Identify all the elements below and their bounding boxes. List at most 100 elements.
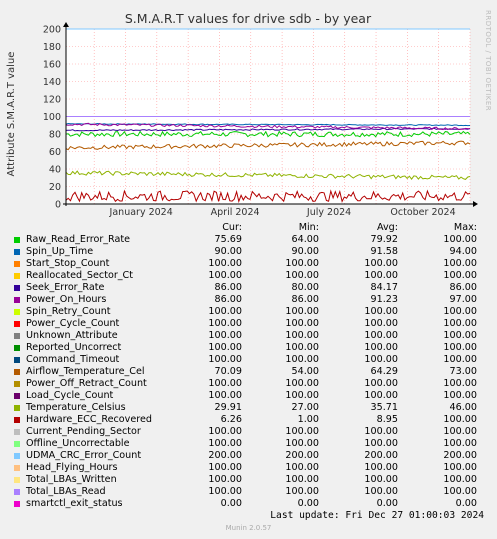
series-max-value: 100.00	[443, 426, 477, 437]
series-max-value: 100.00	[443, 378, 477, 389]
legend-row: Power_Cycle_Count 100.00 100.00 100.00 100.0…	[0, 318, 497, 330]
series-max-value: 46.00	[449, 402, 477, 413]
y-tick-label: 160	[43, 60, 61, 71]
series-max-value: 100.00	[443, 414, 477, 425]
series-avg-value: 79.92	[370, 234, 398, 245]
series-avg-value: 100.00	[364, 330, 398, 341]
legend-swatch	[14, 417, 20, 423]
series-avg-value: 100.00	[364, 342, 398, 353]
col-cur: Cur:	[222, 222, 242, 233]
y-tick-label: 200	[43, 25, 61, 36]
series-avg-value: 100.00	[364, 258, 398, 269]
series-min-value: 100.00	[285, 438, 319, 449]
legend-swatch	[14, 465, 20, 471]
series-min-value: 100.00	[285, 342, 319, 353]
series-avg-value: 100.00	[364, 318, 398, 329]
series-min-value: 200.00	[285, 450, 319, 461]
series-max-value: 100.00	[443, 486, 477, 497]
series-name: Spin_Retry_Count	[26, 306, 111, 317]
series-name: Current_Pending_Sector	[26, 426, 141, 437]
col-min: Min:	[298, 222, 319, 233]
legend-swatch	[14, 393, 20, 399]
series-cur-value: 100.00	[208, 390, 242, 401]
series-cur-value: 100.00	[208, 342, 242, 353]
legend-swatch	[14, 453, 20, 459]
legend-row: Airflow_Temperature_Cel 70.09 54.00 64.29 73…	[0, 366, 497, 378]
series-avg-value: 100.00	[364, 486, 398, 497]
col-max: Max:	[453, 222, 477, 233]
series-cur-value: 100.00	[208, 462, 242, 473]
legend-swatch	[14, 489, 20, 495]
x-tick-label: July 2024	[306, 207, 351, 218]
legend-swatch	[14, 429, 20, 435]
series-cur-value: 86.00	[214, 282, 242, 293]
series-avg-value: 100.00	[364, 306, 398, 317]
series-cur-value: 100.00	[208, 354, 242, 365]
series-min-value: 100.00	[285, 474, 319, 485]
series-avg-value: 100.00	[364, 378, 398, 389]
generator-label: Munin 2.0.57	[225, 524, 272, 532]
legend-swatch	[14, 501, 20, 507]
series-avg-value: 100.00	[364, 474, 398, 485]
series-name: Hardware_ECC_Recovered	[26, 414, 152, 425]
series-avg-value: 100.00	[364, 462, 398, 473]
series-max-value: 100.00	[443, 318, 477, 329]
series-min-value: 1.00	[297, 414, 319, 425]
series-cur-value: 100.00	[208, 330, 242, 341]
series-name: smartctl_exit_status	[26, 498, 123, 509]
legend-row: Head_Flying_Hours 100.00 100.00 100.00 100.0…	[0, 462, 497, 474]
legend-row: Command_Timeout 100.00 100.00 100.00 100.00	[0, 354, 497, 366]
legend-swatch	[14, 333, 20, 339]
legend-row: Total_LBAs_Read 100.00 100.00 100.00 100.00	[0, 486, 497, 498]
series-max-value: 86.00	[449, 282, 477, 293]
legend-row: Current_Pending_Sector 100.00 100.00 100.00…	[0, 426, 497, 438]
series-min-value: 100.00	[285, 378, 319, 389]
series-min-value: 100.00	[285, 306, 319, 317]
legend-row: Raw_Read_Error_Rate 75.69 64.00 79.92 100.00	[0, 234, 497, 246]
series-min-value: 100.00	[285, 486, 319, 497]
series-name: UDMA_CRC_Error_Count	[26, 450, 142, 461]
legend-swatch	[14, 285, 20, 291]
series-name: Power_Off_Retract_Count	[26, 378, 147, 389]
series-cur-value: 200.00	[208, 450, 242, 461]
series-name: Temperature_Celsius	[26, 402, 126, 413]
series-min-value: 90.00	[291, 246, 319, 257]
series-avg-value: 100.00	[364, 354, 398, 365]
y-tick-label: 120	[43, 95, 61, 106]
last-update: Last update: Fri Dec 27 01:00:03 2024	[270, 510, 484, 521]
series-name: Head_Flying_Hours	[26, 462, 118, 473]
series-avg-value: 200.00	[364, 450, 398, 461]
series-cur-value: 70.09	[214, 366, 242, 377]
series-min-value: 100.00	[285, 354, 319, 365]
y-tick-label: 40	[49, 165, 61, 176]
legend-row: Spin_Up_Time 90.00 90.00 91.58 94.00	[0, 246, 497, 258]
series-cur-value: 6.26	[220, 414, 242, 425]
y-axis-label: Attribute S.M.A.R.T value	[6, 52, 17, 177]
legend-row: Total_LBAs_Written 100.00 100.00 100.00 100.…	[0, 474, 497, 486]
series-max-value: 0.00	[455, 498, 477, 509]
series-max-value: 100.00	[443, 390, 477, 401]
series-min-value: 100.00	[285, 258, 319, 269]
legend-row: Power_Off_Retract_Count 100.00 100.00 100.0…	[0, 378, 497, 390]
series-max-value: 100.00	[443, 306, 477, 317]
legend-swatch	[14, 297, 20, 303]
series-cur-value: 100.00	[208, 258, 242, 269]
legend-swatch	[14, 441, 20, 447]
series-name: Reallocated_Sector_Ct	[26, 270, 134, 281]
legend-row: Offline_Uncorrectable 100.00 100.00 100.00 1…	[0, 438, 497, 450]
series-max-value: 100.00	[443, 270, 477, 281]
series-max-value: 73.00	[449, 366, 477, 377]
legend-row: Unknown_Attribute 100.00 100.00 100.00 100.0…	[0, 330, 497, 342]
series-name: Total_LBAs_Written	[26, 474, 117, 485]
y-tick-label: 20	[49, 182, 61, 193]
legend-row: Reported_Uncorrect 100.00 100.00 100.00 100.…	[0, 342, 497, 354]
series-min-value: 100.00	[285, 426, 319, 437]
series-avg-value: 0.00	[376, 498, 398, 509]
legend-rows: Raw_Read_Error_Rate 75.69 64.00 79.92 100.00…	[0, 234, 497, 510]
series-name: Airflow_Temperature_Cel	[26, 366, 145, 377]
series-min-value: 64.00	[291, 234, 319, 245]
y-tick-label: 140	[43, 77, 61, 88]
col-avg: Avg:	[376, 222, 398, 233]
y-tick-label: 100	[43, 112, 61, 123]
legend-swatch	[14, 345, 20, 351]
